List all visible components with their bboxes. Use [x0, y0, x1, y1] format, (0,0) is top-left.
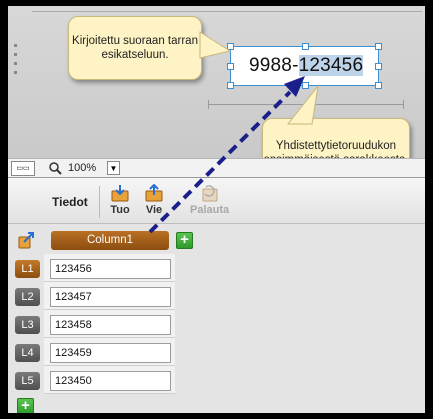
merged-field-text[interactable]: 123456: [298, 55, 364, 76]
zoom-level[interactable]: 100%: [68, 162, 96, 174]
import-button[interactable]: Tuo: [110, 184, 130, 216]
cell-input[interactable]: 123457: [50, 287, 171, 307]
plus-icon[interactable]: +: [176, 232, 193, 249]
resize-handle[interactable]: [227, 43, 234, 50]
label-text[interactable]: 9988-123456: [249, 55, 364, 77]
merge-field-icon[interactable]: [18, 231, 36, 249]
resize-handle[interactable]: [375, 63, 382, 70]
side-ruler: [12, 44, 32, 80]
resize-handle[interactable]: [227, 82, 234, 89]
export-icon: [144, 183, 164, 202]
dimension-line: [208, 100, 404, 109]
cell-input[interactable]: 123456: [50, 259, 171, 279]
fit-page-icon[interactable]: ▭▭: [11, 161, 35, 176]
plus-icon[interactable]: +: [17, 398, 34, 413]
row-tag[interactable]: L4: [15, 344, 40, 362]
row-tag[interactable]: L3: [15, 316, 40, 334]
column-header[interactable]: Column1: [51, 231, 169, 250]
cell-input[interactable]: 123459: [50, 343, 171, 363]
row-tag[interactable]: L2: [15, 288, 40, 306]
resize-handle[interactable]: [375, 43, 382, 50]
label-text-object[interactable]: 9988-123456: [227, 43, 382, 89]
app-window: 9988-123456 Kirjoitettu suoraan tarran e…: [8, 6, 425, 413]
resize-handle[interactable]: [375, 82, 382, 89]
data-toolbar: Tiedot Tuo Vie Palauta: [8, 178, 425, 224]
export-button[interactable]: Vie: [144, 183, 164, 216]
row-tag[interactable]: L1: [15, 260, 40, 278]
magnifier-icon[interactable]: [48, 161, 62, 176]
resize-handle[interactable]: [302, 43, 309, 50]
data-grid: Column1 + L1 123456 L2 123457 L3 123458 …: [8, 224, 425, 413]
resize-handle[interactable]: [302, 82, 309, 89]
toolbar-title: Tiedot: [52, 195, 88, 209]
callout-typed: Kirjoitettu suoraan tarran esikatseluun.: [68, 16, 202, 80]
toolbar-divider: [99, 186, 100, 218]
chevron-down-icon[interactable]: ▼: [107, 161, 120, 175]
top-ruler: [32, 8, 422, 12]
row-tag[interactable]: L5: [15, 372, 40, 390]
cell-input[interactable]: 123450: [50, 371, 171, 391]
restore-button[interactable]: Palauta: [190, 184, 229, 216]
resize-handle[interactable]: [227, 63, 234, 70]
cell-input[interactable]: 123458: [50, 315, 171, 335]
label-preview-area: 9988-123456 Kirjoitettu suoraan tarran e…: [8, 6, 425, 188]
zoom-bar: ▭▭ 100% ▼: [8, 158, 425, 178]
restore-icon: [200, 184, 220, 202]
import-icon: [110, 184, 130, 202]
